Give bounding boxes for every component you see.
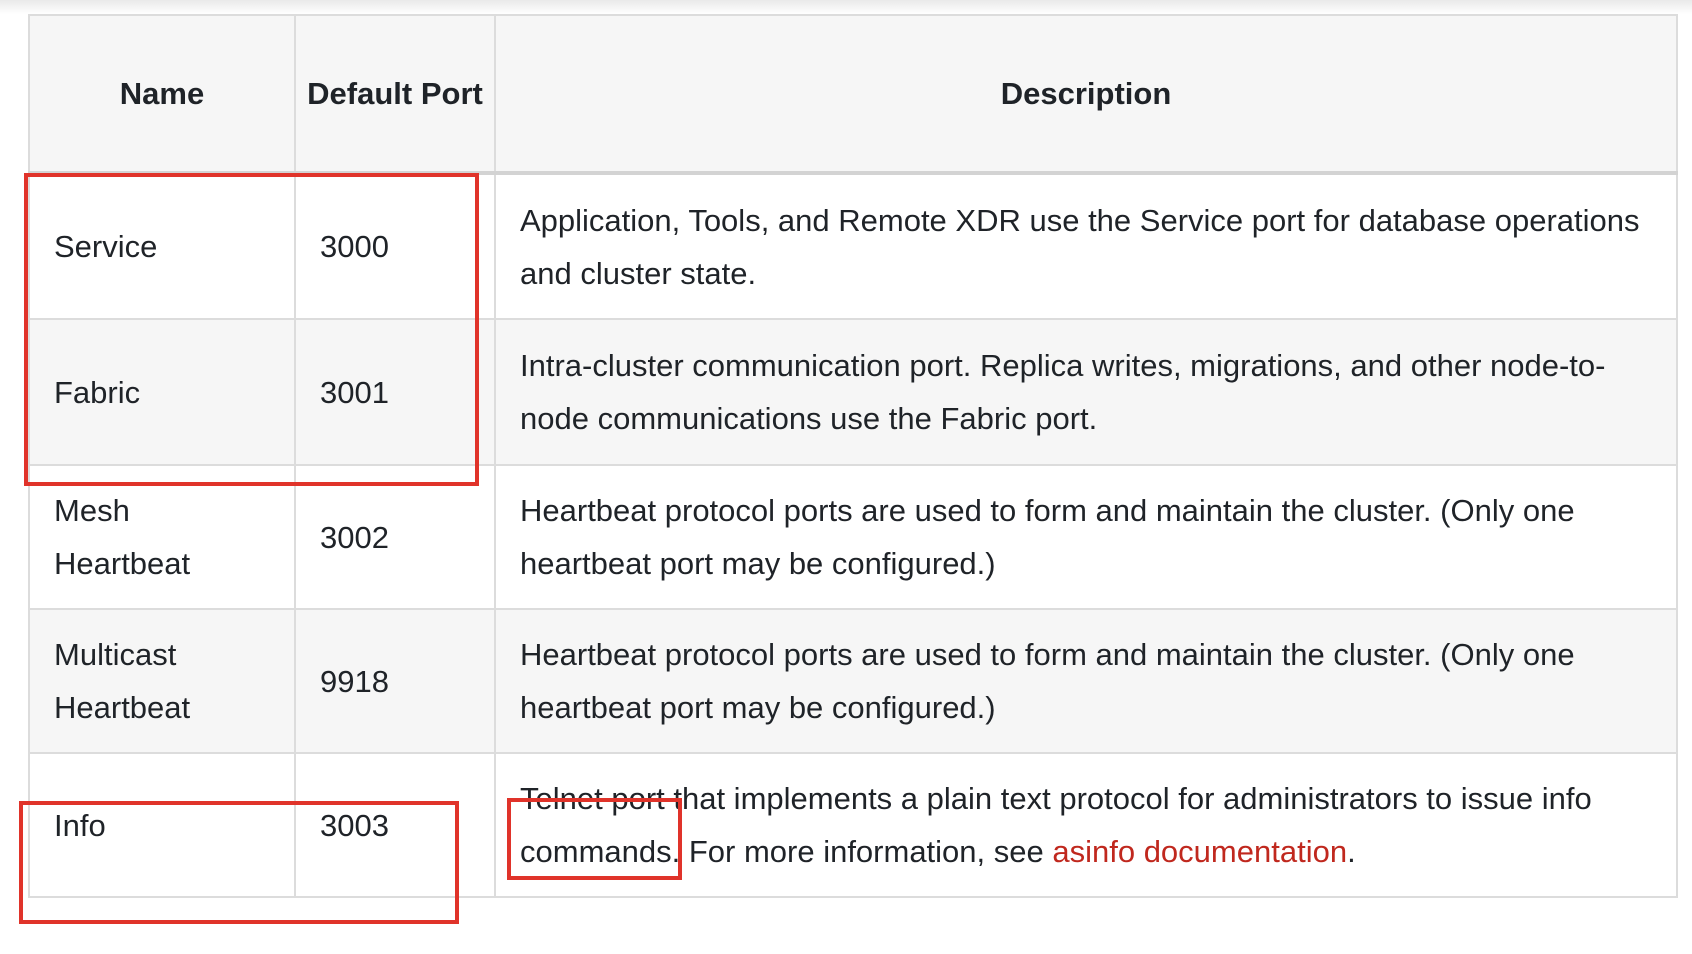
cell-description: Application, Tools, and Remote XDR use t… bbox=[494, 172, 1678, 320]
table-row: Mesh Heartbeat 3002 Heartbeat protocol p… bbox=[28, 464, 1678, 610]
cell-port: 3001 bbox=[294, 318, 496, 466]
cell-description: Intra-cluster communication port. Replic… bbox=[494, 318, 1678, 466]
cell-port: 3002 bbox=[294, 464, 496, 610]
table-header-row: Name Default Port Description bbox=[28, 14, 1678, 175]
cell-name: Service bbox=[28, 172, 296, 320]
cell-name: Info bbox=[28, 752, 296, 898]
header-name: Name bbox=[28, 14, 296, 175]
asinfo-documentation-link[interactable]: asinfo documentation bbox=[1052, 834, 1347, 869]
cell-port: 3003 bbox=[294, 752, 496, 898]
page-top-shadow bbox=[0, 0, 1692, 14]
header-default-port: Default Port bbox=[294, 14, 496, 175]
cell-description: Heartbeat protocol ports are used to for… bbox=[494, 608, 1678, 754]
cell-port: 9918 bbox=[294, 608, 496, 754]
table-row: Service 3000 Application, Tools, and Rem… bbox=[28, 172, 1678, 320]
cell-description: Telnet port that implements a plain text… bbox=[494, 752, 1678, 898]
ports-table: Name Default Port Description Service 30… bbox=[28, 14, 1678, 898]
cell-name: Mesh Heartbeat bbox=[28, 464, 296, 610]
cell-description: Heartbeat protocol ports are used to for… bbox=[494, 464, 1678, 610]
table-row: Multicast Heartbeat 9918 Heartbeat proto… bbox=[28, 608, 1678, 754]
description-period: . bbox=[1347, 834, 1356, 869]
table-row: Fabric 3001 Intra-cluster communication … bbox=[28, 318, 1678, 466]
table-row: Info 3003 Telnet port that implements a … bbox=[28, 752, 1678, 898]
cell-name: Multicast Heartbeat bbox=[28, 608, 296, 754]
cell-port: 3000 bbox=[294, 172, 496, 320]
cell-name: Fabric bbox=[28, 318, 296, 466]
header-description: Description bbox=[494, 14, 1678, 175]
